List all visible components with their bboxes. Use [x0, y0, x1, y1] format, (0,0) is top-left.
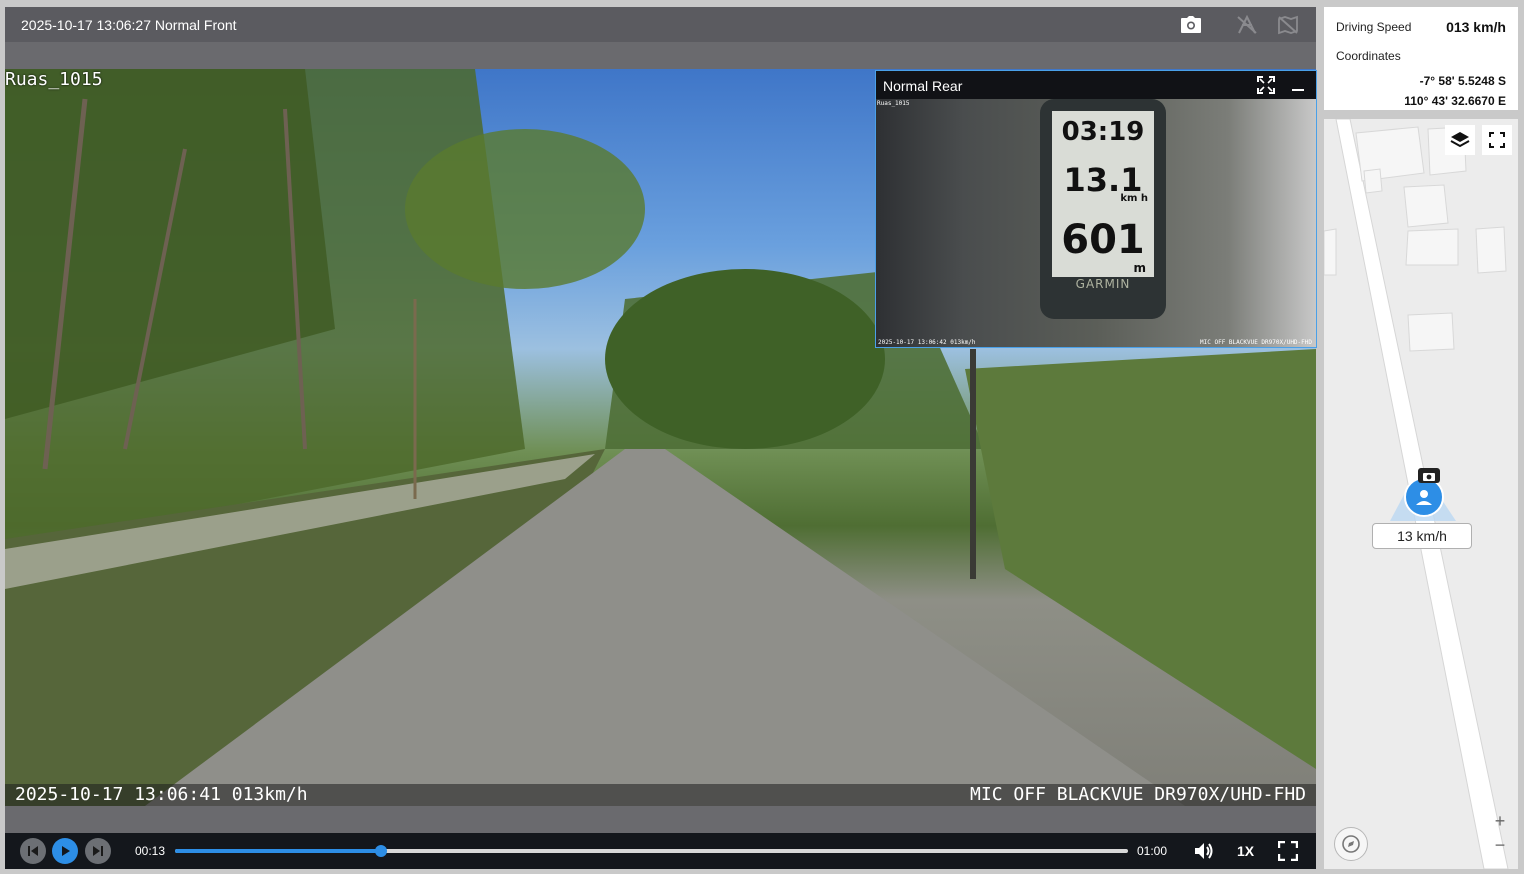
gps-distance-unit: m: [1133, 261, 1146, 275]
video-player: 2025-10-17 13:06:27 Normal Front Ruas_10…: [5, 7, 1317, 869]
gps-distance: 601: [1061, 217, 1145, 263]
map-fullscreen-icon: [1489, 132, 1505, 148]
seek-progress: [175, 849, 381, 853]
gps-speed-unit: km h: [1120, 193, 1148, 204]
user-icon: [1416, 490, 1432, 505]
rear-camera-view: Ruas_1015 03:19 13.1 km h 601 m GARMIN 2…: [876, 99, 1316, 347]
front-location-overlay: Ruas_1015: [5, 69, 103, 90]
player-controls: 00:13 01:00 1X: [5, 833, 1316, 869]
layers-icon: [1450, 132, 1470, 148]
pip-model-overlay: MIC OFF BLACKVUE DR970X/UHD-FHD: [1200, 339, 1312, 346]
zoom-out-button[interactable]: −: [1488, 835, 1512, 855]
gps-time: 03:19: [1061, 117, 1145, 147]
pip-title: Normal Rear: [883, 78, 963, 94]
playback-rate[interactable]: 1X: [1237, 843, 1254, 859]
coordinates-label: Coordinates: [1336, 49, 1401, 63]
duration: 01:00: [1137, 844, 1168, 858]
pip-header: Normal Rear: [876, 71, 1316, 99]
gps-brand: GARMIN: [1075, 277, 1131, 291]
minimize-icon[interactable]: [1288, 76, 1308, 94]
previous-button[interactable]: [20, 838, 46, 864]
seek-bar[interactable]: [175, 845, 1128, 857]
longitude-value: 110° 43' 32.6670 E: [1404, 94, 1506, 108]
seek-handle[interactable]: [374, 845, 387, 857]
gps-device: 03:19 13.1 km h 601 m GARMIN: [1040, 99, 1166, 319]
layers-button[interactable]: [1445, 125, 1475, 155]
volume-icon[interactable]: [1192, 840, 1216, 862]
player-header: 2025-10-17 13:06:27 Normal Front: [5, 7, 1316, 42]
info-panel: Driving Speed 013 km/h Coordinates -7° 5…: [1324, 7, 1518, 110]
fullscreen-icon[interactable]: [1276, 840, 1300, 862]
next-button[interactable]: [85, 838, 111, 864]
rear-camera-pip[interactable]: Normal Rear Ruas_1015 03:19 13.1 km h 60…: [875, 70, 1317, 348]
current-time: 00:13: [135, 844, 166, 858]
front-timestamp-overlay: 2025-10-17 13:06:41 013km/h: [15, 784, 308, 805]
gps-screen: 03:19 13.1 km h 601 m: [1052, 111, 1154, 277]
pip-timestamp-overlay: 2025-10-17 13:06:42 013km/h: [878, 339, 976, 346]
map-panel[interactable]: 13 km/h + −: [1324, 119, 1518, 869]
camera-icon[interactable]: [1178, 13, 1204, 37]
controls-spacer: [5, 806, 1316, 833]
disabled-map-icon: [1275, 13, 1301, 37]
play-button[interactable]: [52, 838, 78, 864]
front-model-overlay: MIC OFF BLACKVUE DR970X/UHD-FHD: [970, 784, 1306, 805]
driving-speed-value: 013 km/h: [1446, 19, 1506, 35]
expand-icon[interactable]: [1256, 76, 1276, 94]
latitude-value: -7° 58' 5.5248 S: [1419, 74, 1506, 88]
camera-marker-icon: [1418, 468, 1440, 483]
pip-location-overlay: Ruas_1015: [877, 100, 910, 107]
no-gps-icon: [1234, 13, 1260, 37]
vehicle-marker[interactable]: [1404, 477, 1444, 517]
zoom-in-button[interactable]: +: [1488, 811, 1512, 831]
map-speed-tag: 13 km/h: [1372, 523, 1472, 549]
top-spacer: [5, 42, 1316, 69]
compass-icon[interactable]: [1334, 827, 1368, 861]
driving-speed-label: Driving Speed: [1336, 20, 1412, 34]
video-title: 2025-10-17 13:06:27 Normal Front: [21, 17, 237, 33]
map-fullscreen-button[interactable]: [1482, 125, 1512, 155]
